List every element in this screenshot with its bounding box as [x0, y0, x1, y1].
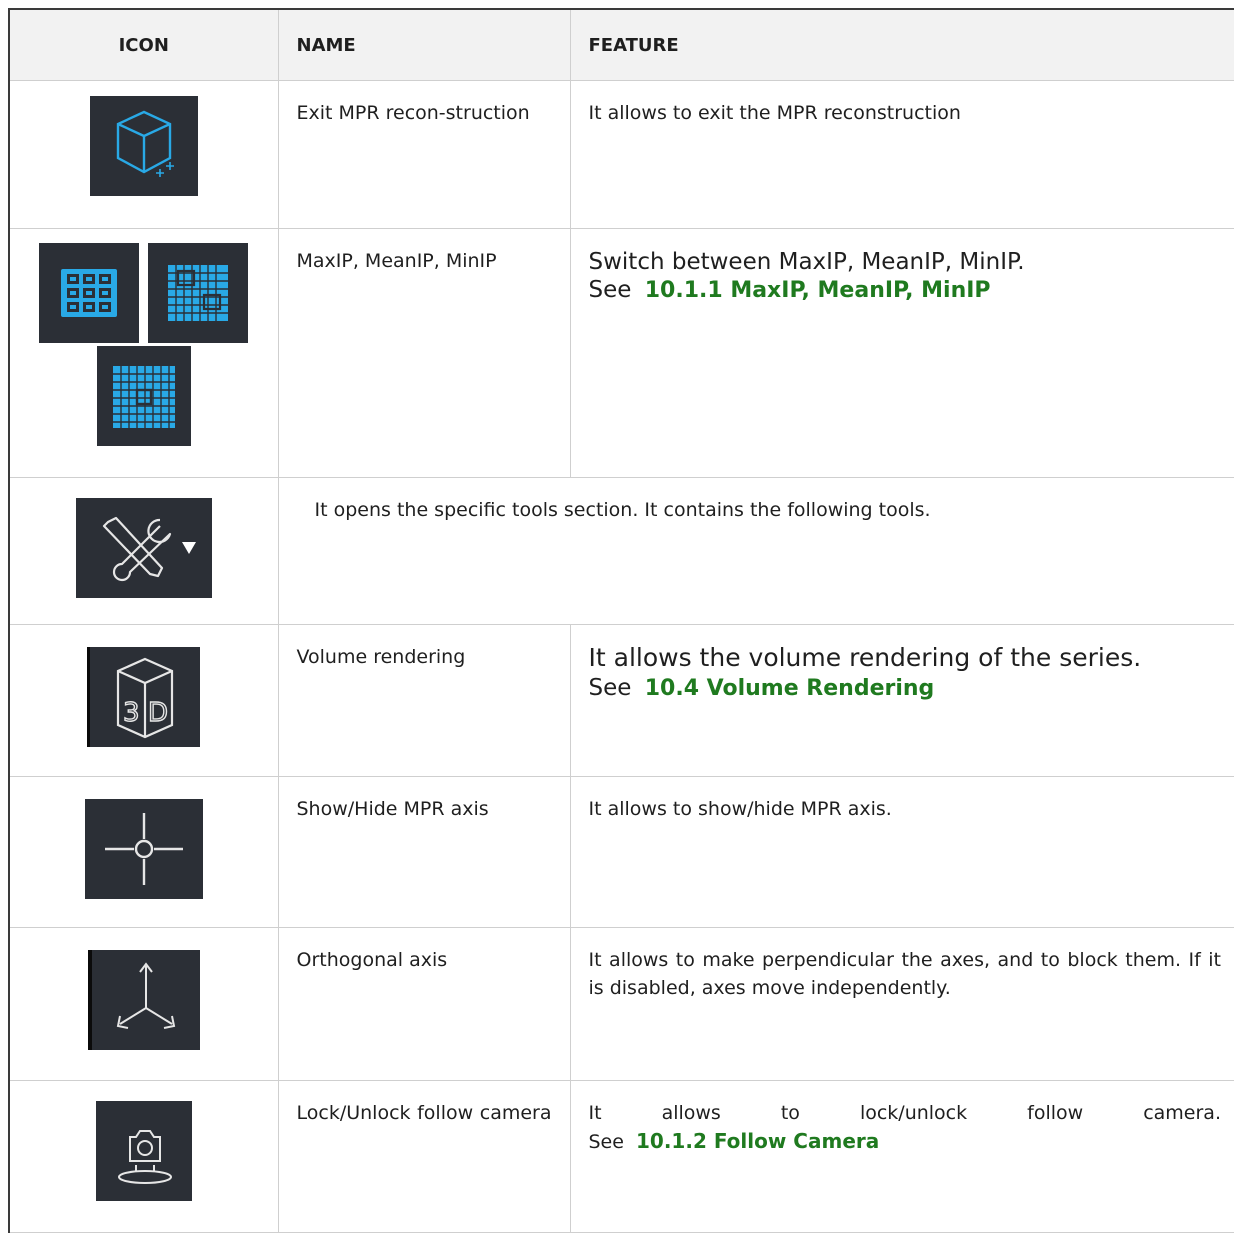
name-cell: Lock/Unlock follow camera: [277, 1080, 570, 1233]
icon-cell: [8, 228, 278, 478]
see-label: See: [588, 1131, 624, 1153]
name-text: Lock/Unlock follow camera: [296, 1102, 552, 1124]
icon-cell: [8, 927, 278, 1081]
see-label: See: [588, 277, 632, 303]
projection-mode-icons: [10, 229, 278, 446]
feature-cell: It allows the volume rendering of the se…: [569, 624, 1234, 777]
icon-cell: 3 D: [8, 624, 278, 777]
maxip-icon: [39, 243, 140, 343]
svg-text:D: D: [148, 698, 168, 728]
section-link[interactable]: 10.4 Volume Rendering: [645, 676, 935, 701]
volume-3d-icon: 3 D: [87, 647, 201, 747]
feature-cell: It allows to make perpendicular the axes…: [569, 927, 1234, 1081]
feature-cell: It allows to exit the MPR reconstruction: [569, 80, 1234, 229]
table-row: Show/Hide MPR axis It allows to show/hid…: [8, 776, 1234, 928]
feature-cell: It opens the specific tools section. It …: [277, 477, 1234, 625]
table-row: It opens the specific tools section. It …: [8, 477, 1234, 625]
feature-text: It allows to lock/unlock follow camera.: [588, 1102, 1222, 1124]
table-row: Lock/Unlock follow camera It allows to l…: [8, 1080, 1234, 1233]
cube-plus-icon: [89, 96, 198, 196]
icon-cell: [8, 776, 278, 928]
table-header-row: ICON NAME FEATURE: [8, 8, 1234, 81]
feature-text: Switch between MaxIP, MeanIP, MinIP.: [588, 249, 1025, 275]
feature-cell: It allows to lock/unlock follow camera. …: [569, 1080, 1234, 1233]
section-link[interactable]: 10.1.2 Follow Camera: [636, 1129, 879, 1153]
icon-cell: [8, 477, 278, 625]
toolbar-icons-table: ICON NAME FEATURE Exit MPR recon-structi…: [8, 8, 1234, 1233]
follow-camera-icon: [95, 1101, 192, 1201]
name-cell: Volume rendering: [277, 624, 570, 777]
meanip-icon: [148, 243, 249, 343]
section-link[interactable]: 10.1.1 MaxIP, MeanIP, MinIP: [645, 278, 991, 303]
tools-dropdown-icon: [75, 498, 212, 598]
document-page: ICON NAME FEATURE Exit MPR recon-structi…: [0, 0, 1234, 1233]
icon-cell: [8, 80, 278, 229]
name-cell: MaxIP, MeanIP, MinIP: [277, 228, 570, 478]
name-cell: Exit MPR recon-struction: [277, 80, 570, 229]
table-row: Exit MPR recon-struction It allows to ex…: [8, 80, 1234, 229]
header-name: NAME: [277, 8, 570, 81]
table-row: MaxIP, MeanIP, MinIP Switch between MaxI…: [8, 228, 1234, 478]
feature-cell: It allows to show/hide MPR axis.: [569, 776, 1234, 928]
see-label: See: [588, 675, 632, 701]
header-feature: FEATURE: [569, 8, 1234, 81]
header-icon: ICON: [8, 8, 278, 81]
feature-cell: Switch between MaxIP, MeanIP, MinIP. See…: [569, 228, 1234, 478]
minip-icon: [96, 346, 191, 446]
feature-text: It allows the volume rendering of the se…: [588, 643, 1142, 672]
table-row: Orthogonal axis It allows to make perpen…: [8, 927, 1234, 1081]
orthogonal-axis-icon: [87, 950, 200, 1050]
svg-text:3: 3: [123, 698, 140, 728]
name-cell: Orthogonal axis: [277, 927, 570, 1081]
table-row: 3 D Volume rendering It allows the volum…: [8, 624, 1234, 777]
name-cell: Show/Hide MPR axis: [277, 776, 570, 928]
icon-cell: [8, 1080, 278, 1233]
crosshair-axis-icon: [84, 799, 203, 899]
